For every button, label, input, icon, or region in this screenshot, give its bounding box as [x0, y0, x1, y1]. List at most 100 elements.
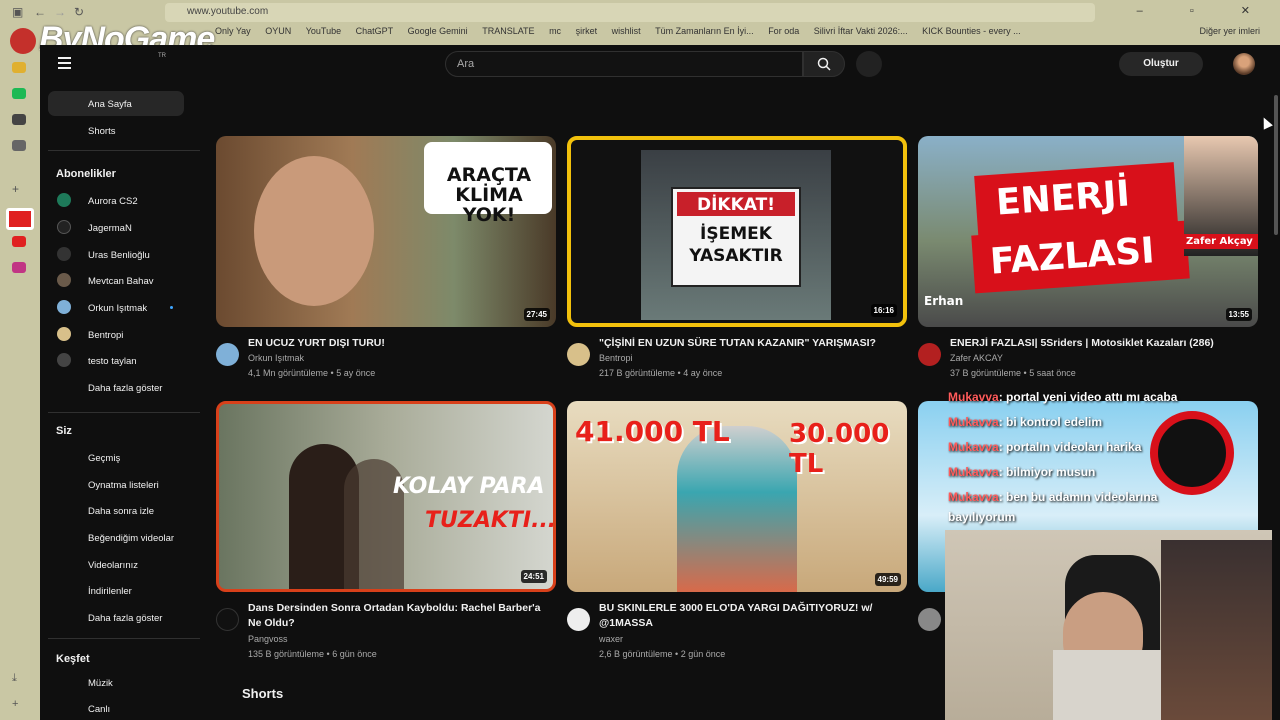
bookmark[interactable]: TRANSLATE: [482, 26, 534, 36]
bookmark[interactable]: Silivri İftar Vakti 2026:...: [814, 26, 908, 36]
channel-name[interactable]: Orkun Işıtmak: [248, 351, 304, 366]
add-icon[interactable]: +: [12, 698, 26, 710]
bookmark[interactable]: Google Gemini: [408, 26, 468, 36]
bookmark[interactable]: For oda: [768, 26, 799, 36]
bookmark[interactable]: mc: [549, 26, 561, 36]
sidebar-item-subscription[interactable]: Orkun Işıtmak: [48, 295, 184, 320]
channel-avatar[interactable]: [918, 343, 941, 366]
sidebar-item-live[interactable]: Canlı: [48, 696, 184, 720]
sidebar-item-watch-later[interactable]: Daha sonra izle: [48, 498, 184, 523]
search-input[interactable]: Ara: [445, 51, 803, 77]
channel-avatar[interactable]: [918, 608, 941, 631]
sidebar-item-label: Geçmiş: [88, 453, 121, 464]
bookmark[interactable]: OYUN: [265, 26, 291, 36]
youtube-icon[interactable]: [12, 236, 26, 247]
sidebar-item-subscription[interactable]: Aurora CS2: [48, 188, 184, 213]
new-content-dot: [170, 306, 173, 309]
video-card[interactable]: ARAÇTA KLİMA YOK! 27:45 EN UCUZ YURT DIŞI…: [216, 136, 556, 378]
sidebar-item-label: Mevtcan Bahav: [88, 276, 154, 287]
chat-message: Mukavva: bi kontrol edelim: [948, 415, 1102, 429]
sidebar-item-downloads[interactable]: İndirilenler: [48, 578, 184, 603]
channel-avatar[interactable]: [567, 608, 590, 631]
video-title[interactable]: ENERJİ FAZLASI| 5Sriders | Motosiklet Ka…: [950, 336, 1255, 351]
sidebar-item-label: JagermaN: [88, 223, 132, 234]
bookmark[interactable]: wishlist: [612, 26, 641, 36]
chat-username: Mukavva: [948, 390, 999, 404]
search-icon: [817, 57, 831, 71]
sidebar-item-home[interactable]: Ana Sayfa: [48, 91, 184, 116]
sidebar-item-subscription[interactable]: JagermaN: [48, 215, 184, 240]
create-button[interactable]: Oluştur: [1119, 52, 1203, 76]
bookmark[interactable]: Tüm Zamanların En İyi...: [655, 26, 754, 36]
sidebar-item-playlists[interactable]: Oynatma listeleri: [48, 472, 184, 497]
channel-name[interactable]: Zafer AKCAY: [950, 351, 1003, 366]
instagram-icon[interactable]: [12, 262, 26, 273]
sidebar-item-history[interactable]: Geçmiş: [48, 445, 184, 470]
bookmark[interactable]: ChatGPT: [356, 26, 394, 36]
download-icon[interactable]: ⤓: [12, 672, 26, 684]
video-meta: 217 B görüntüleme • 4 ay önce: [599, 368, 723, 378]
search-button[interactable]: [803, 51, 845, 77]
add-icon[interactable]: +: [12, 182, 26, 196]
reload-icon[interactable]: ↻: [74, 5, 84, 19]
channel-name[interactable]: Bentropi: [599, 351, 633, 366]
sidebar-item-subscription[interactable]: Uras Benlioğlu: [48, 242, 184, 267]
sidebar-item-liked-videos[interactable]: Beğendiğim videolar: [48, 525, 184, 550]
sidebar-item-label: Bentropi: [88, 330, 124, 341]
bookmark[interactable]: KICK Bounties - every ...: [922, 26, 1021, 36]
show-more-button[interactable]: Daha fazla göster: [48, 375, 184, 400]
sidebar-item-your-videos[interactable]: Videolarınız: [48, 552, 184, 577]
sidebar-item-subscription[interactable]: Mevtcan Bahav: [48, 268, 184, 293]
video-title[interactable]: "ÇİŞİNİ EN UZUN SÜRE TUTAN KAZANIR" YARI…: [599, 336, 904, 351]
video-title[interactable]: EN UCUZ YURT DIŞI TURU!: [248, 336, 553, 351]
shorts-heading: Shorts: [242, 686, 284, 701]
sidebar-toggle-icon[interactable]: ▣: [12, 5, 23, 19]
sidebar-item-subscription[interactable]: testo taylan: [48, 348, 184, 373]
video-thumbnail[interactable]: ARAÇTA KLİMA YOK! 27:45: [216, 136, 556, 327]
sidebar-item-subscription[interactable]: Bentropi: [48, 322, 184, 347]
window-controls[interactable]: – ▫ ✕: [1137, 4, 1272, 17]
forward-icon[interactable]: →: [54, 5, 66, 19]
sidebar-item-music[interactable]: Müzik: [48, 670, 184, 695]
app-icon[interactable]: [12, 114, 26, 125]
bookmark[interactable]: şirket: [576, 26, 598, 36]
video-card[interactable]: KOLAY PARA TUZAKTI... 24:51 Dans Dersind…: [216, 401, 556, 659]
thumbnail-text: Erhan: [924, 294, 964, 308]
menu-icon[interactable]: [58, 57, 71, 72]
voice-search-button[interactable]: [856, 51, 882, 77]
url-text: www.youtube.com: [187, 6, 269, 17]
scrollbar-thumb[interactable]: [1274, 95, 1278, 235]
bookmark[interactable]: Only Yay: [215, 26, 251, 36]
show-more-button[interactable]: Daha fazla göster: [48, 605, 184, 630]
video-card[interactable]: 41.000 TL 30.000 TL 49:59 BU SKINLERLE 3…: [567, 401, 907, 659]
chat-message-wrap: bayılıyorum: [948, 510, 1016, 524]
video-title[interactable]: BU SKINLERLE 3000 ELO'DA YARGI DAĞITIYOR…: [599, 601, 904, 631]
other-bookmarks[interactable]: Diğer yer imleri: [1199, 26, 1260, 36]
kick-icon[interactable]: [12, 88, 26, 99]
app-icon[interactable]: [12, 62, 26, 73]
video-card[interactable]: ENERJİ FAZLASI Zafer Akçay Erhan 13:55 E…: [918, 136, 1258, 378]
video-thumbnail[interactable]: ENERJİ FAZLASI Zafer Akçay Erhan 13:55: [918, 136, 1258, 327]
video-thumbnail[interactable]: DİKKAT! İŞEMEK YASAKTIR 16:16: [567, 136, 907, 327]
channel-avatar[interactable]: [567, 343, 590, 366]
back-icon[interactable]: ←: [34, 5, 46, 19]
video-thumbnail[interactable]: KOLAY PARA TUZAKTI... 24:51: [216, 401, 556, 592]
sidebar-item-shorts[interactable]: Shorts: [48, 118, 184, 143]
channel-name[interactable]: waxer: [599, 632, 623, 647]
scrollbar[interactable]: [1272, 45, 1280, 720]
thumbnail-text: 41.000 TL: [575, 415, 730, 448]
account-avatar[interactable]: [1233, 53, 1255, 75]
channel-avatar[interactable]: [216, 608, 239, 631]
video-title[interactable]: Dans Dersinden Sonra Ortadan Kayboldu: R…: [248, 601, 553, 631]
thumbnail-text-line: ARAÇTA: [446, 164, 532, 186]
thumbnail-text: Zafer Akçay: [1184, 234, 1258, 249]
youtube-icon[interactable]: [6, 208, 34, 230]
app-icon[interactable]: [12, 140, 26, 151]
channel-name[interactable]: Pangvoss: [248, 632, 288, 647]
video-thumbnail[interactable]: 41.000 TL 30.000 TL 49:59: [567, 401, 907, 592]
avatar: [57, 273, 71, 287]
address-bar[interactable]: www.youtube.com: [165, 3, 1095, 22]
video-card[interactable]: DİKKAT! İŞEMEK YASAKTIR 16:16 "ÇİŞİNİ EN …: [567, 136, 907, 378]
channel-avatar[interactable]: [216, 343, 239, 366]
bookmark[interactable]: YouTube: [306, 26, 341, 36]
